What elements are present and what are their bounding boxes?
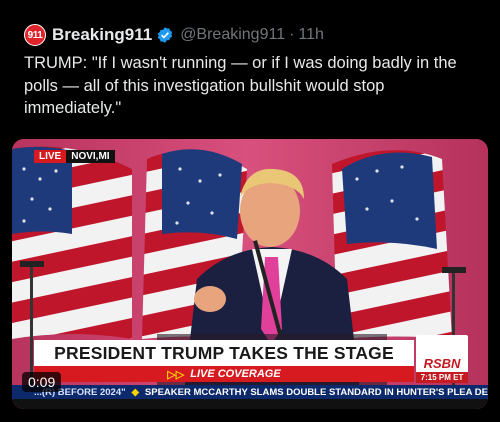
play-arrows-icon: ▷▷ <box>167 368 185 381</box>
live-label: LIVE <box>34 150 67 163</box>
user-handle[interactable]: @Breaking911 <box>180 26 285 44</box>
news-ticker: ...(R) BEFORE 2024" ◆ SPEAKER MCCARTHY S… <box>12 385 488 399</box>
ticker-bottom-strip <box>12 399 488 409</box>
live-badge: LIVE NOVI,MI <box>34 150 115 163</box>
tweet-timestamp[interactable]: 11h <box>298 26 324 44</box>
meta-separator: · <box>289 26 295 43</box>
video-player[interactable]: LIVE NOVI,MI PRESIDENT TRUMP TAKES THE S… <box>12 139 488 409</box>
sub-headline-text: LIVE COVERAGE <box>190 368 281 380</box>
sub-headline-banner: ▷▷ LIVE COVERAGE <box>34 366 414 382</box>
avatar[interactable]: 911 <box>24 24 46 46</box>
broadcast-clock: 7:15 PM ET <box>416 372 468 383</box>
tweet-card[interactable]: 911 Breaking911 @Breaking911 · 11h TRUMP… <box>0 0 500 422</box>
tweet-header: 911 Breaking911 @Breaking911 · 11h <box>24 22 324 48</box>
network-logo: RSBN 7:15 PM ET <box>416 335 468 383</box>
location-label: NOVI,MI <box>66 150 115 163</box>
network-logo-text: RSBN <box>423 356 461 371</box>
ticker-separator-icon: ◆ <box>131 386 139 398</box>
tweet-text: TRUMP: "If I wasn't running — or if I wa… <box>24 54 457 117</box>
display-name[interactable]: Breaking911 <box>52 25 152 45</box>
video-timecode: 0:09 <box>22 372 62 392</box>
verified-badge-icon <box>158 27 173 43</box>
headline-banner: PRESIDENT TRUMP TAKES THE STAGE <box>34 340 414 366</box>
ticker-item-right: SPEAKER MCCARTHY SLAMS DOUBLE STANDARD I… <box>144 386 488 398</box>
